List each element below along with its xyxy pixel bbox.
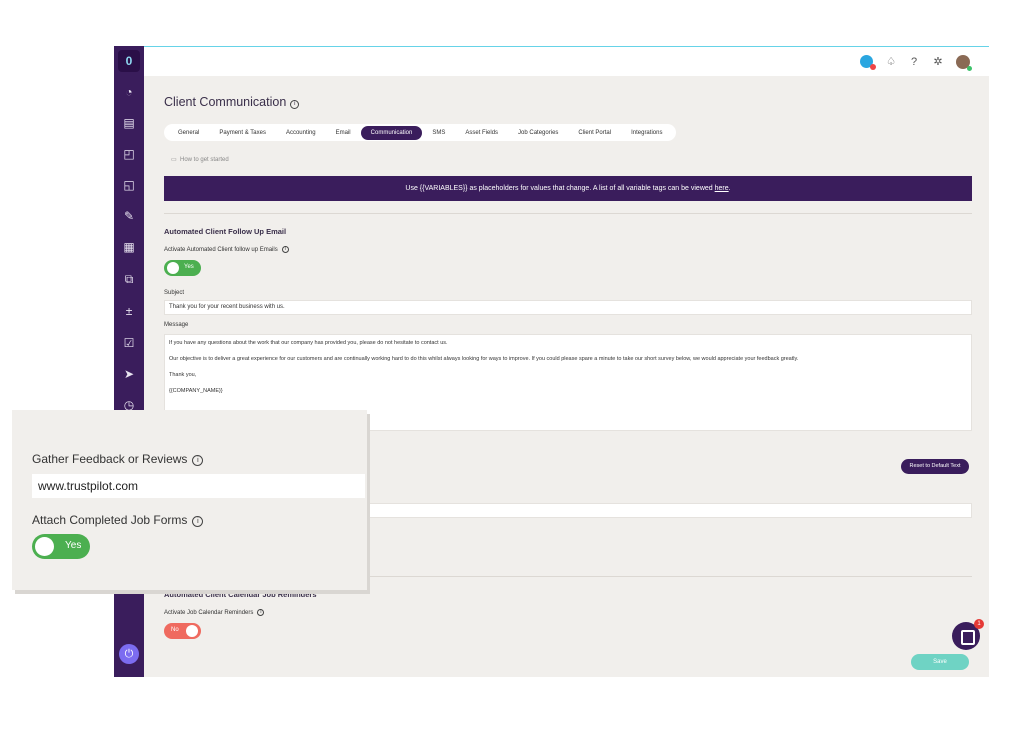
- clipboard-swap-icon[interactable]: ⧉: [120, 270, 138, 288]
- info-icon[interactable]: i: [290, 100, 300, 109]
- info-icon[interactable]: i: [281, 246, 289, 253]
- reminders-section-title: Automated Client Calendar Job Reminders: [164, 590, 317, 599]
- send-icon[interactable]: ➤: [120, 365, 138, 383]
- calculator-icon[interactable]: ±: [120, 302, 138, 320]
- tab-client-portal[interactable]: Client Portal: [568, 126, 621, 140]
- app-logo[interactable]: 0: [118, 50, 140, 72]
- feedback-label-text: Gather Feedback or Reviews: [32, 452, 188, 466]
- tab-asset-fields[interactable]: Asset Fields: [455, 126, 508, 140]
- message-label: Message: [164, 322, 189, 328]
- tab-sms[interactable]: SMS: [422, 126, 455, 140]
- message-line: Our objective is to deliver a great expe…: [169, 356, 799, 362]
- tab-payment-taxes[interactable]: Payment & Taxes: [209, 126, 276, 140]
- followup-activate-label: Activate Automated Client follow up Emai…: [164, 246, 289, 253]
- divider: [164, 213, 972, 214]
- feedback-url-input[interactable]: www.trustpilot.com: [32, 474, 365, 498]
- message-line: If you have any questions about the work…: [169, 340, 448, 346]
- toggle-knob: [35, 537, 54, 556]
- variables-link[interactable]: here: [715, 185, 729, 192]
- message-line: {{COMPANY_NAME}}: [169, 388, 223, 394]
- attach-forms-label: Attach Completed Job Forms i: [32, 513, 204, 527]
- page-title-text: Client Communication: [164, 95, 287, 109]
- save-button[interactable]: Save: [911, 654, 969, 670]
- chat-badge: 1: [974, 619, 984, 629]
- briefcase-plus-icon[interactable]: ◱: [120, 176, 138, 194]
- settings-icon[interactable]: ✲: [931, 55, 945, 69]
- help-icon[interactable]: ?: [907, 55, 921, 69]
- wrench-icon[interactable]: ✎: [120, 207, 138, 225]
- reminders-activate-text: Activate Job Calendar Reminders: [164, 610, 254, 616]
- bell-icon[interactable]: ♤: [884, 55, 898, 69]
- user-avatar[interactable]: [956, 55, 972, 71]
- info-icon[interactable]: i: [192, 516, 204, 527]
- subject-input[interactable]: Thank you for your recent business with …: [164, 300, 972, 315]
- feedback-overlay-card: Gather Feedback or Reviews i www.trustpil…: [12, 410, 367, 590]
- page-title: Client Communication i: [164, 95, 300, 109]
- speedometer-icon[interactable]: ◔: [120, 83, 138, 101]
- how-to-link[interactable]: ▭ How to get started: [171, 156, 229, 163]
- book-icon: ▭: [171, 157, 177, 163]
- checklist-icon[interactable]: ☑: [120, 334, 138, 352]
- tab-accounting[interactable]: Accounting: [276, 126, 326, 140]
- variables-banner: Use {{VARIABLES}} as placeholders for va…: [164, 176, 972, 201]
- briefcase-clock-icon[interactable]: ◰: [120, 145, 138, 163]
- toggle-label: Yes: [65, 540, 82, 551]
- banner-end: .: [728, 185, 731, 192]
- notification-status-icon[interactable]: [860, 55, 876, 70]
- how-to-text: How to get started: [180, 157, 229, 163]
- info-icon[interactable]: i: [192, 455, 204, 466]
- followup-section-title: Automated Client Follow Up Email: [164, 227, 287, 236]
- toggle-label: Yes: [184, 264, 194, 270]
- subject-label: Subject: [164, 290, 185, 296]
- toggle-knob: [186, 625, 198, 637]
- power-button[interactable]: ⏻: [119, 644, 139, 664]
- info-icon[interactable]: i: [257, 609, 265, 616]
- tab-job-categories[interactable]: Job Categories: [508, 126, 568, 140]
- toggle-label: No: [171, 627, 179, 633]
- followup-activate-text: Activate Automated Client follow up Emai…: [164, 247, 278, 253]
- reset-default-button[interactable]: Reset to Default Text: [901, 459, 969, 474]
- feedback-label: Gather Feedback or Reviews i: [32, 452, 204, 466]
- reminders-toggle[interactable]: No: [164, 623, 201, 639]
- top-bar: ♤ ? ✲: [144, 46, 989, 76]
- message-line: Thank you,: [169, 372, 197, 378]
- building-icon[interactable]: ▤: [120, 114, 138, 132]
- tab-integrations[interactable]: Integrations: [621, 126, 672, 140]
- tab-general[interactable]: General: [168, 126, 209, 140]
- receipt-icon[interactable]: ▦: [120, 238, 138, 256]
- tab-communication[interactable]: Communication: [360, 125, 423, 140]
- toggle-knob: [167, 262, 179, 274]
- reminders-activate-label: Activate Job Calendar Reminders i: [164, 609, 265, 616]
- settings-tabs: General Payment & Taxes Accounting Email…: [164, 124, 677, 141]
- followup-toggle[interactable]: Yes: [164, 260, 201, 276]
- attach-forms-text: Attach Completed Job Forms: [32, 513, 188, 527]
- tab-email[interactable]: Email: [326, 126, 361, 140]
- attach-forms-toggle[interactable]: Yes: [32, 534, 90, 559]
- banner-text: Use {{VARIABLES}} as placeholders for va…: [405, 185, 715, 192]
